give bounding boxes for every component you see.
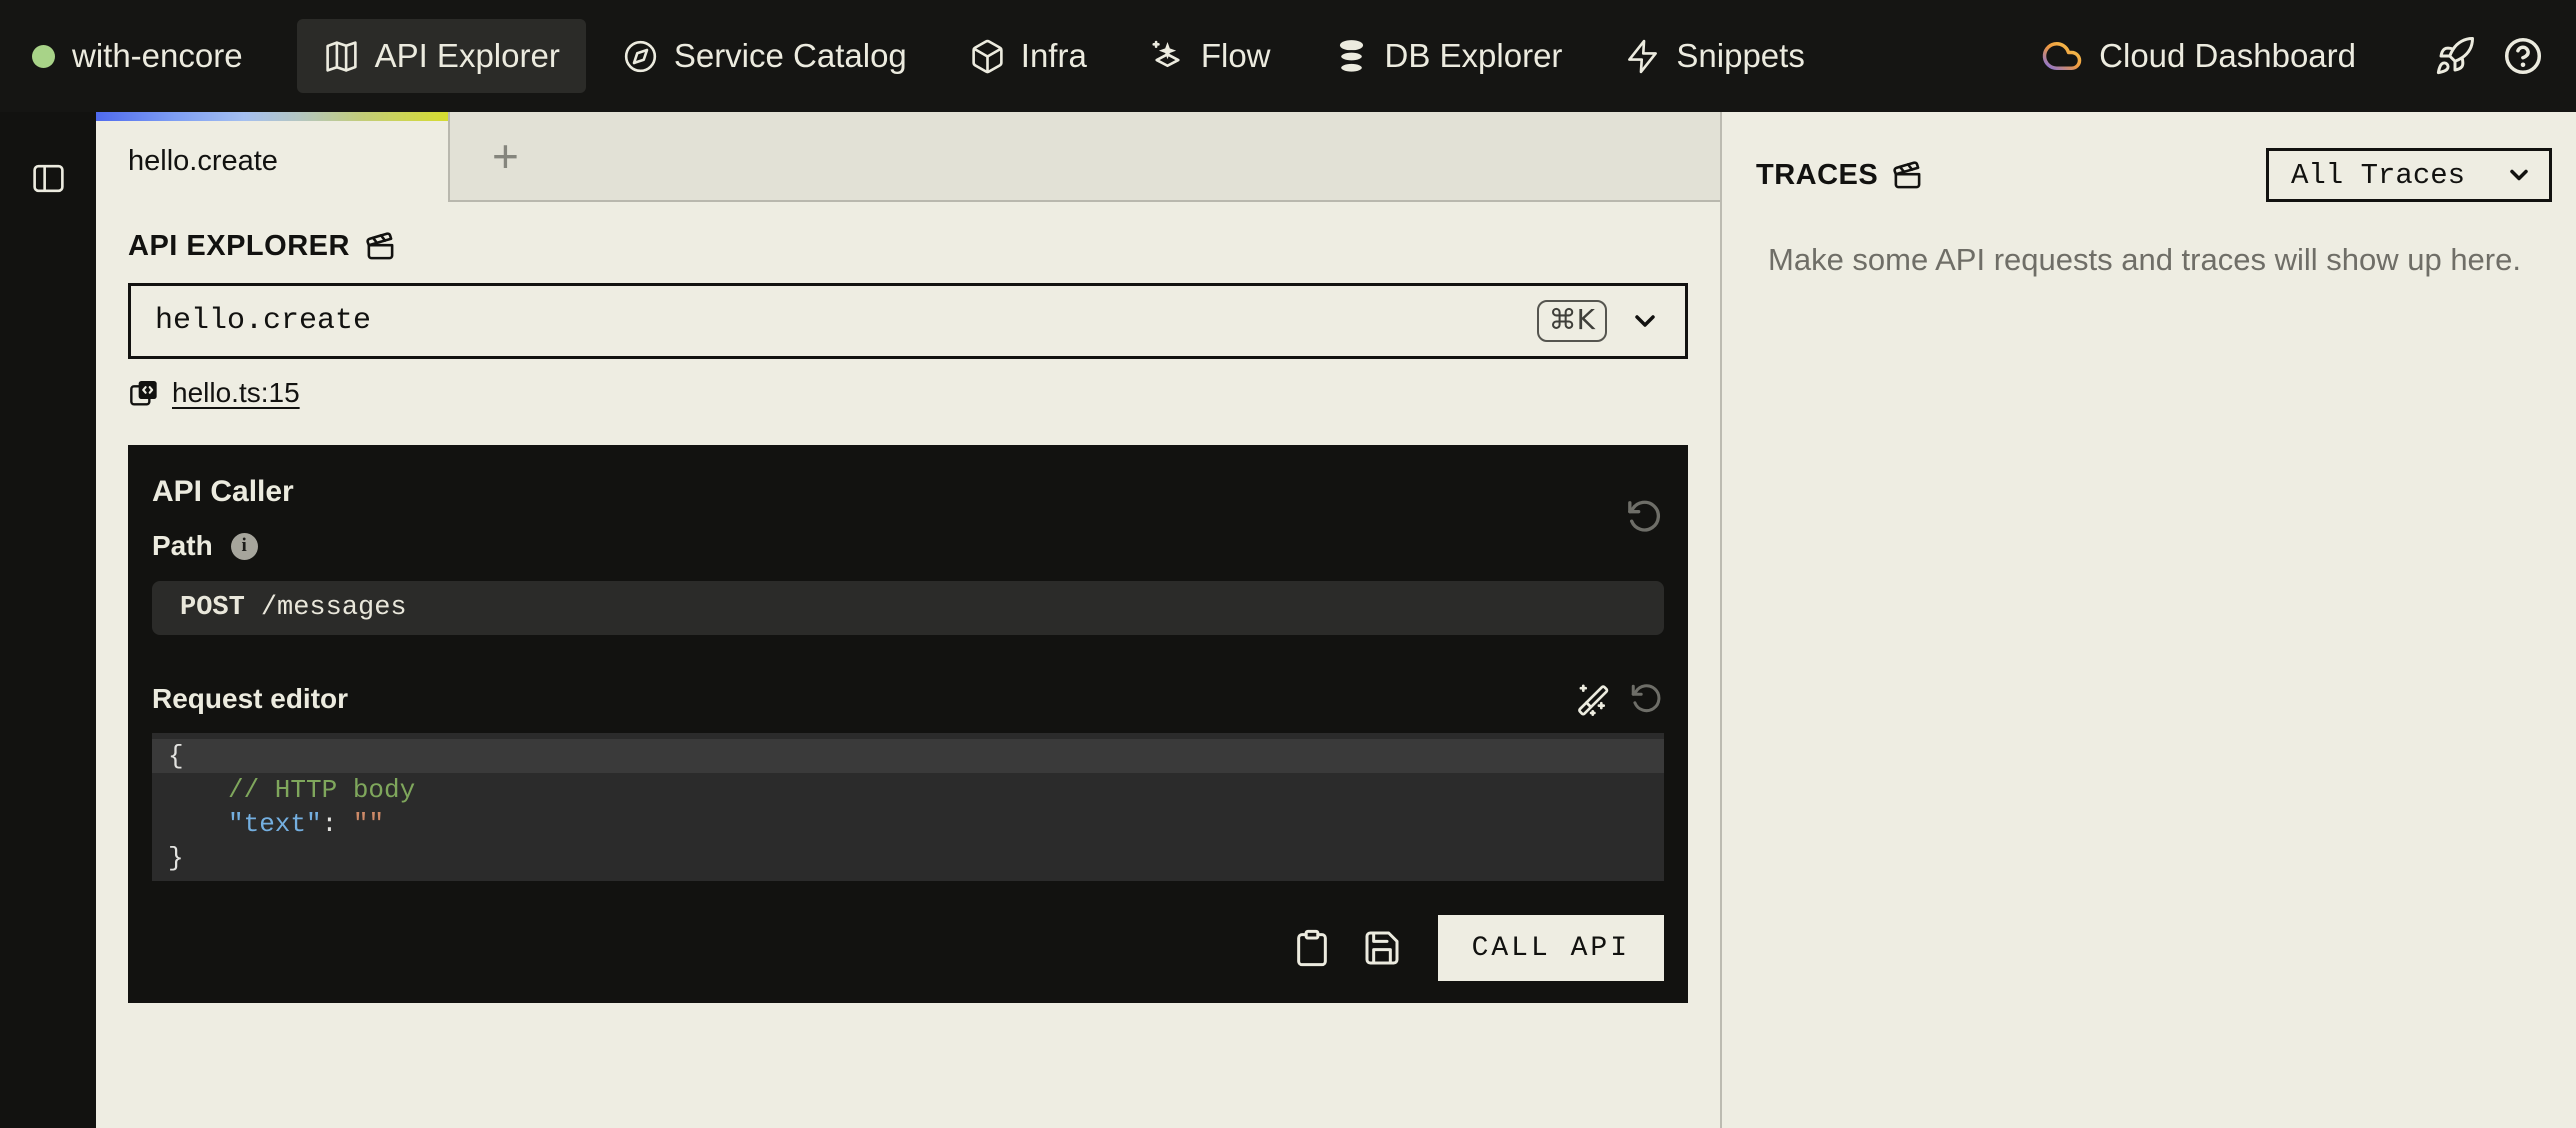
panel-toggle-button[interactable] [30,158,67,198]
status-dot [32,45,55,68]
request-editor-label: Request editor [152,683,1574,715]
api-explorer-header: API EXPLORER [128,230,1688,263]
endpoint-select-value: hello.create [155,304,1537,338]
path-row: Path i [152,531,1664,561]
main-row: hello.create + API EXPLORER hello.create… [0,112,2576,1128]
top-nav: with-encore API Explorer Service Catalog… [0,0,2576,112]
cloud-dashboard-link[interactable]: Cloud Dashboard [2041,35,2356,77]
call-api-button[interactable]: CALL API [1438,915,1664,981]
zap-icon [1624,38,1661,75]
left-rail [0,112,96,1128]
save-icon [1362,928,1402,968]
traces-panel: TRACES All Traces Make some API requests… [1722,112,2576,1128]
clapperboard-icon[interactable] [1892,160,1923,191]
code-line: } [152,841,1664,875]
cloud-dashboard-label: Cloud Dashboard [2099,37,2356,75]
app-name: with-encore [72,37,243,75]
reset-icon [1628,681,1664,717]
copy-request-button[interactable] [1292,928,1332,968]
api-caller-title: API Caller [152,475,1664,509]
source-file-link[interactable]: hello.ts:15 [172,377,300,409]
nav-item-label: DB Explorer [1385,37,1563,75]
rocket-button[interactable] [2434,35,2476,77]
nav-item-label: Flow [1201,37,1271,75]
rocket-icon [2434,35,2476,77]
traces-header: TRACES All Traces [1756,148,2552,202]
chevron-down-icon [1607,305,1661,337]
api-caller-footer: CALL API [152,915,1664,981]
endpoint-path: /messages [261,593,407,623]
reset-request-button[interactable] [1628,681,1664,717]
nav-item-flow[interactable]: Flow [1123,19,1297,93]
nav-items: API Explorer Service Catalog Infra Flow … [297,19,1831,93]
main-column: hello.create + API EXPLORER hello.create… [96,112,1720,1128]
api-caller-panel: API Caller Path i POST /messages Request… [128,445,1688,1003]
source-link-row: hello.ts:15 [128,377,1688,409]
active-tab-gradient [96,112,448,121]
request-editor-header: Request editor [152,681,1664,717]
new-tab-button[interactable]: + [450,112,1720,202]
clipboard-icon [1292,928,1332,968]
endpoint-select[interactable]: hello.create ⌘K [128,283,1688,359]
traces-empty-message: Make some API requests and traces will s… [1768,242,2552,278]
reset-path-button[interactable] [1624,497,1664,537]
nav-item-api-explorer[interactable]: API Explorer [297,19,586,93]
code-line: // HTTP body [152,773,1664,807]
info-icon[interactable]: i [231,533,258,560]
request-body-editor[interactable]: { // HTTP body "text": "" } [152,733,1664,881]
http-method: POST [180,593,245,623]
help-button[interactable] [2502,35,2544,77]
panel-toggle-icon [30,160,67,197]
wand-icon [1574,681,1610,717]
page-title: API EXPLORER [128,230,350,263]
traces-filter-value: All Traces [2291,159,2465,192]
reset-icon [1624,497,1664,537]
api-explorer-content: API EXPLORER hello.create ⌘K hello.ts:15… [96,202,1720,1128]
plus-icon: + [492,133,519,179]
nav-item-snippets[interactable]: Snippets [1598,19,1830,93]
map-icon [323,38,360,75]
nav-item-label: Service Catalog [674,37,907,75]
nav-item-label: Infra [1021,37,1087,75]
flow-icon [1149,38,1186,75]
generate-request-button[interactable] [1574,681,1610,717]
code-line: { [152,739,1664,773]
code-file-icon [128,377,160,409]
nav-item-label: API Explorer [375,37,560,75]
nav-item-db-explorer[interactable]: DB Explorer [1307,19,1589,93]
tab-label: hello.create [128,145,278,178]
traces-title: TRACES [1756,159,1878,192]
nav-item-service-catalog[interactable]: Service Catalog [596,19,933,93]
nav-item-label: Snippets [1676,37,1804,75]
app-badge: with-encore [32,37,243,75]
tab-hello-create[interactable]: hello.create [96,112,450,202]
tab-strip: hello.create + [96,112,1720,202]
command-k-shortcut: ⌘K [1537,300,1607,343]
help-icon [2502,35,2544,77]
code-line: "text": "" [152,807,1664,841]
save-request-button[interactable] [1362,928,1402,968]
endpoint-path-display: POST /messages [152,581,1664,635]
nav-item-infra[interactable]: Infra [943,19,1113,93]
path-label: Path [152,530,213,562]
box-icon [969,38,1006,75]
traces-filter-select[interactable]: All Traces [2266,148,2552,202]
cloud-icon [2041,35,2083,77]
compass-icon [622,38,659,75]
clapperboard-icon[interactable] [365,231,396,262]
database-icon [1333,38,1370,75]
chevron-down-icon [2505,161,2533,189]
